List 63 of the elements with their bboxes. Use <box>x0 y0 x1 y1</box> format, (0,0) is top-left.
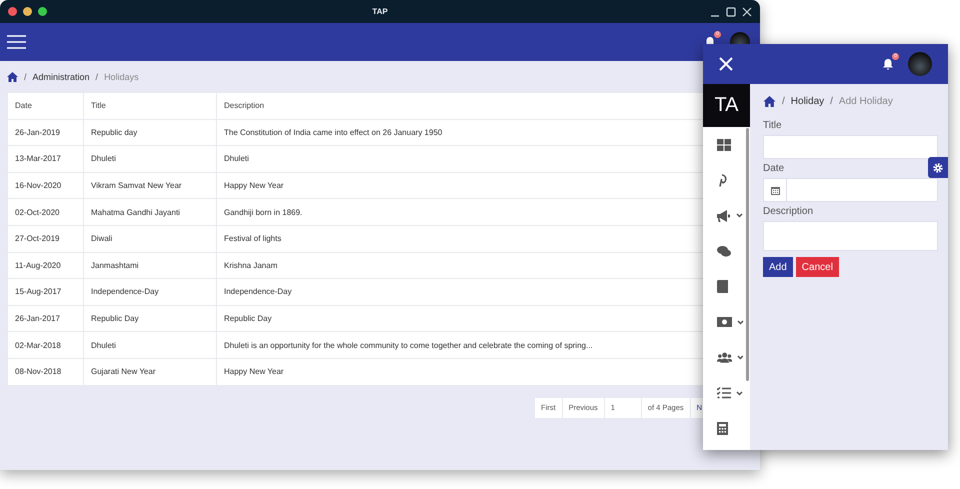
table-cell: Dhuleti <box>84 146 216 172</box>
settings-icon <box>933 162 943 172</box>
close-icon[interactable] <box>742 6 752 16</box>
bell-icon[interactable] <box>882 58 894 70</box>
table-cell: 16-Nov-2020 <box>8 172 84 199</box>
column-header: Date <box>8 92 84 120</box>
checklist-icon <box>717 387 731 400</box>
field-label: Date <box>763 163 786 174</box>
table-cell: 02-Mar-2018 <box>8 332 84 358</box>
users-icon <box>717 352 732 364</box>
table-cell: Vikram Samvat New Year <box>84 172 216 199</box>
settings-button[interactable] <box>928 157 948 178</box>
table-cell: 26-Jan-2019 <box>8 119 84 146</box>
table-cell: 13-Mar-2017 <box>8 146 84 172</box>
table-cell: Dhuleti <box>84 332 216 358</box>
title-field[interactable] <box>763 135 938 159</box>
maximize-icon[interactable] <box>726 6 736 16</box>
table-cell: 11-Aug-2020 <box>8 252 84 279</box>
window-title: TAP <box>371 7 389 16</box>
table-cell: Gujarati New Year <box>84 358 216 386</box>
breadcrumb-link[interactable]: Administration <box>32 72 90 82</box>
field-label: Description <box>763 206 814 217</box>
table-cell: 15-Aug-2017 <box>8 278 84 306</box>
table-cell: 27-Oct-2019 <box>8 225 84 252</box>
scrollbar[interactable] <box>746 128 749 381</box>
table-cell: Republic day <box>84 119 216 146</box>
description-field[interactable] <box>763 221 938 251</box>
table-cell: Mahatma Gandhi Jayanti <box>84 198 216 226</box>
chevron-down-icon <box>737 355 744 360</box>
field-label: Title <box>763 120 783 131</box>
chevron-down-icon <box>736 213 743 218</box>
home-icon[interactable] <box>763 96 776 106</box>
minimize-dot[interactable] <box>23 7 32 16</box>
table-cell: 02-Oct-2020 <box>8 198 84 226</box>
logo: TA <box>703 84 750 127</box>
column-header: Title <box>84 92 216 120</box>
chat-icon <box>717 246 731 257</box>
menu-icon[interactable] <box>7 35 26 49</box>
breadcrumb-separator: / <box>24 72 27 82</box>
zoom-dot[interactable] <box>38 7 47 16</box>
book-icon <box>717 280 728 294</box>
breadcrumb-link[interactable]: Holiday <box>790 96 824 106</box>
table-cell: Independence-Day <box>84 278 216 306</box>
banknote-icon <box>717 317 732 328</box>
grid-icon <box>717 138 731 151</box>
calendar-icon <box>770 186 780 194</box>
close-dot[interactable] <box>8 7 17 16</box>
table-cell: Diwali <box>84 225 216 252</box>
chevron-down-icon <box>736 390 743 396</box>
table-cell: Janmashtami <box>84 252 216 279</box>
breadcrumb-separator: / <box>782 96 785 106</box>
cancel-button[interactable]: Cancel <box>796 257 839 277</box>
add-button[interactable]: Add <box>763 257 793 277</box>
megaphone-icon <box>717 210 731 222</box>
breadcrumb-separator: / <box>830 96 833 106</box>
table-cell: 08-Nov-2018 <box>8 358 84 386</box>
chevron-down-icon <box>737 320 744 325</box>
table-cell: 26-Jan-2017 <box>8 305 84 332</box>
date-field[interactable] <box>763 178 938 202</box>
table-cell: Republic Day <box>84 305 216 332</box>
calculator-icon <box>717 422 728 436</box>
breadcrumb-separator: / <box>96 72 98 82</box>
home-icon[interactable] <box>7 72 18 82</box>
